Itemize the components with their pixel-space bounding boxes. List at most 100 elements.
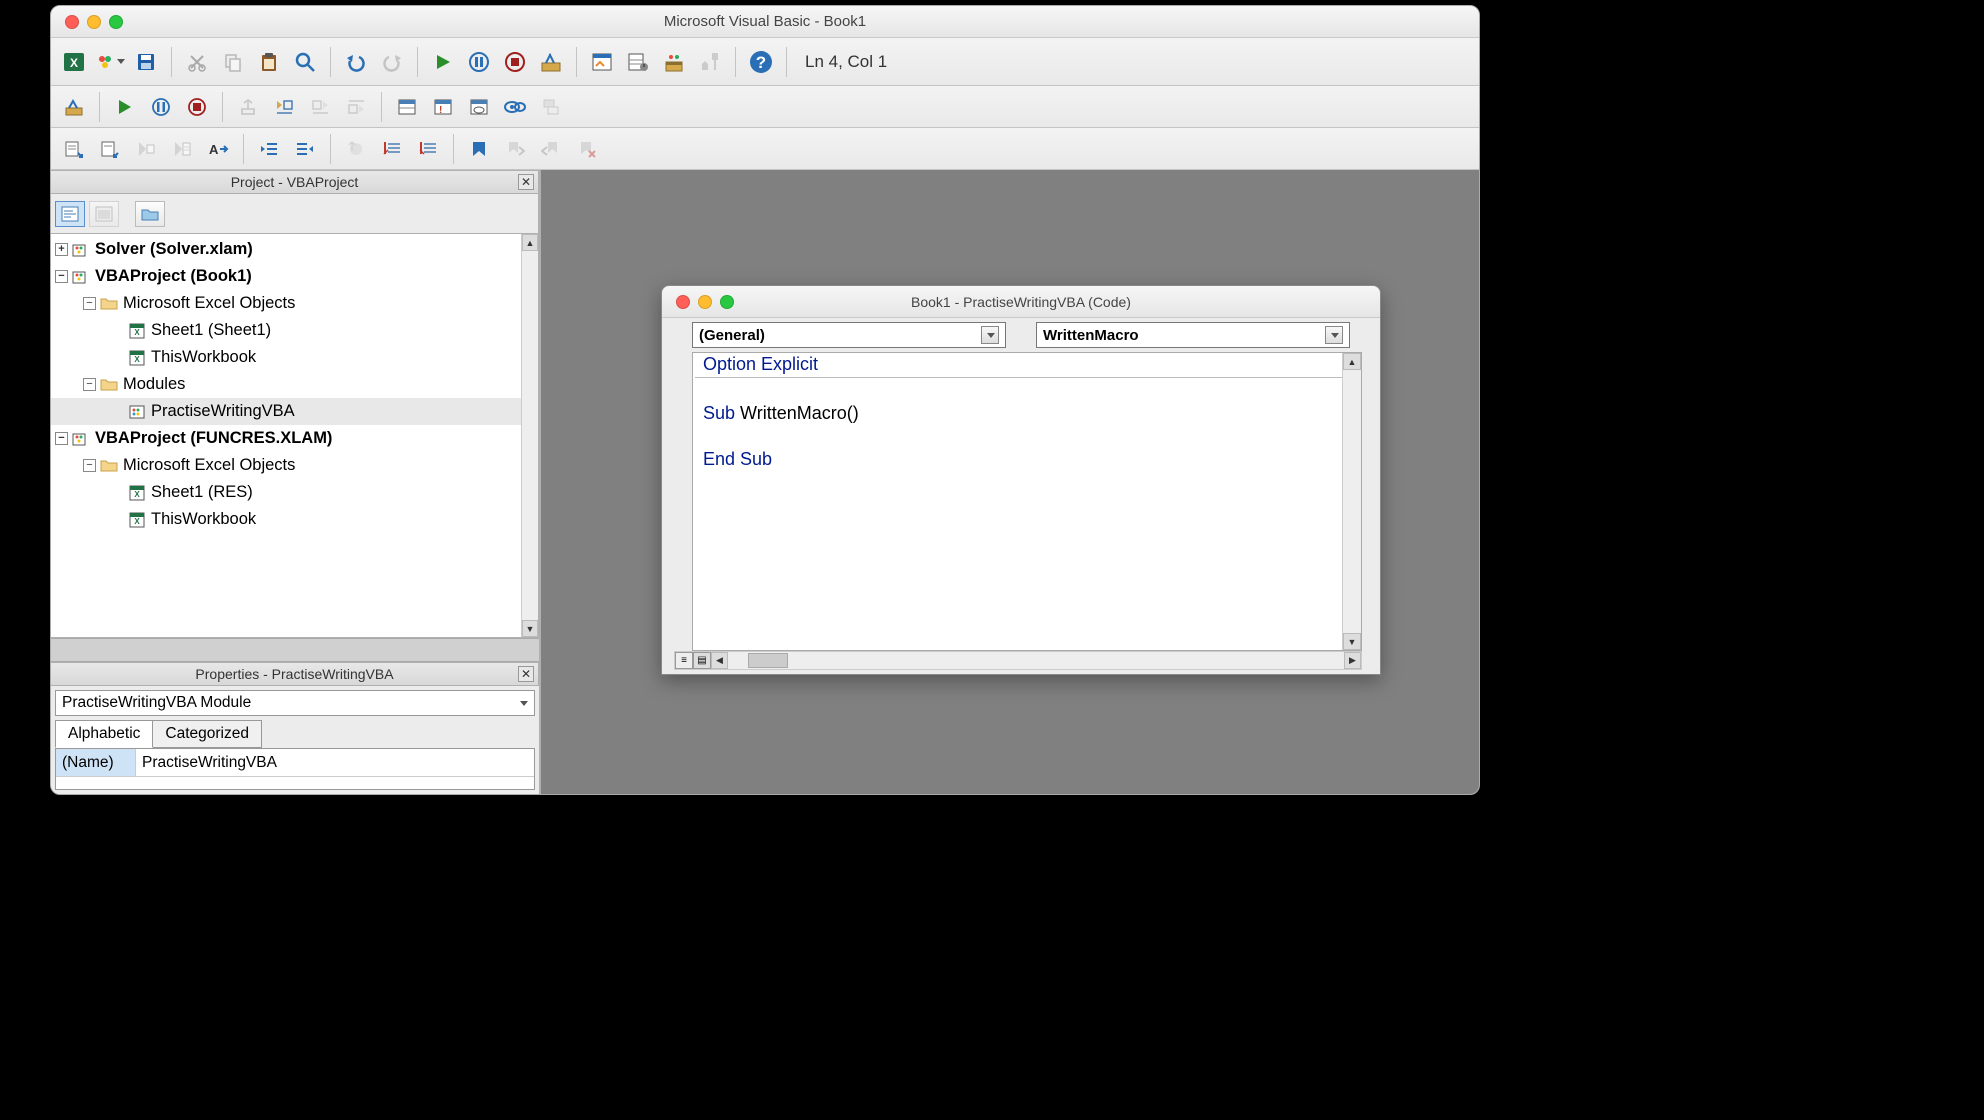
locals-window-button[interactable] — [390, 90, 424, 124]
tree-expander[interactable]: − — [83, 378, 96, 391]
paste-button[interactable] — [252, 45, 286, 79]
comment-block-button[interactable] — [375, 132, 409, 166]
uncomment-block-button[interactable] — [411, 132, 445, 166]
code-line[interactable]: End Sub — [693, 448, 1361, 471]
code-line[interactable]: Option Explicit — [693, 353, 1361, 376]
tree-item[interactable]: XThisWorkbook — [51, 344, 538, 371]
complete-word-button[interactable]: A — [201, 132, 235, 166]
tree-expander[interactable]: − — [83, 459, 96, 472]
hscroll-thumb[interactable] — [748, 653, 788, 668]
toggle-breakpoint-button-2[interactable] — [339, 132, 373, 166]
reset-button[interactable] — [498, 45, 532, 79]
design-mode-button[interactable] — [534, 45, 568, 79]
prev-bookmark-button[interactable] — [534, 132, 568, 166]
undo-button[interactable] — [339, 45, 373, 79]
next-bookmark-button[interactable] — [498, 132, 532, 166]
run-button-2[interactable] — [108, 90, 142, 124]
panel-splitter[interactable] — [51, 638, 539, 662]
tree-item[interactable]: −Microsoft Excel Objects — [51, 452, 538, 479]
scroll-up-button[interactable]: ▲ — [522, 234, 538, 251]
close-window-button[interactable] — [65, 15, 79, 29]
properties-window-button[interactable] — [621, 45, 655, 79]
code-line[interactable]: Sub WrittenMacro() — [693, 402, 1361, 425]
dropdown-button[interactable] — [1325, 326, 1343, 344]
call-stack-button[interactable] — [534, 90, 568, 124]
tree-item[interactable]: XThisWorkbook — [51, 506, 538, 533]
object-dropdown[interactable]: (General) — [692, 322, 1006, 348]
step-into-button[interactable] — [267, 90, 301, 124]
project-tree[interactable]: +Solver (Solver.xlam)−VBAProject (Book1)… — [51, 234, 539, 638]
zoom-window-button[interactable] — [109, 15, 123, 29]
list-constants-button[interactable] — [93, 132, 127, 166]
properties-panel-titlebar[interactable]: Properties - PractiseWritingVBA ✕ — [51, 662, 539, 686]
toggle-breakpoint-button[interactable] — [231, 90, 265, 124]
cut-button[interactable] — [180, 45, 214, 79]
reset-button-2[interactable] — [180, 90, 214, 124]
view-object-button[interactable] — [89, 201, 119, 227]
code-editor[interactable]: Option Explicit Sub WrittenMacro() End S… — [692, 352, 1362, 651]
toggle-folders-button[interactable] — [135, 201, 165, 227]
project-panel-close-button[interactable]: ✕ — [518, 174, 534, 190]
properties-grid[interactable]: (Name) PractiseWritingVBA — [55, 748, 535, 790]
list-properties-button[interactable] — [57, 132, 91, 166]
project-explorer-button[interactable] — [585, 45, 619, 79]
clear-bookmarks-button[interactable] — [570, 132, 604, 166]
run-button[interactable] — [426, 45, 460, 79]
object-browser-button[interactable] — [657, 45, 691, 79]
tab-categorized[interactable]: Categorized — [152, 720, 262, 748]
mdi-area[interactable]: Book1 - PractiseWritingVBA (Code) (Gener… — [541, 170, 1479, 794]
scroll-up-button[interactable]: ▲ — [1343, 353, 1361, 370]
immediate-window-button[interactable]: ! — [426, 90, 460, 124]
code-zoom-button[interactable] — [720, 295, 734, 309]
save-button[interactable] — [129, 45, 163, 79]
tree-item[interactable]: XSheet1 (Sheet1) — [51, 317, 538, 344]
parameter-info-button[interactable] — [165, 132, 199, 166]
scroll-down-button[interactable]: ▼ — [522, 620, 538, 637]
toolbox-button[interactable] — [693, 45, 727, 79]
redo-button[interactable] — [375, 45, 409, 79]
indent-button[interactable] — [252, 132, 286, 166]
tree-item[interactable]: PractiseWritingVBA — [51, 398, 538, 425]
properties-panel-close-button[interactable]: ✕ — [518, 666, 534, 682]
scroll-left-button[interactable]: ◀ — [711, 652, 728, 669]
tree-item[interactable]: −Microsoft Excel Objects — [51, 290, 538, 317]
minimize-window-button[interactable] — [87, 15, 101, 29]
tree-expander[interactable]: − — [55, 432, 68, 445]
titlebar[interactable]: Microsoft Visual Basic - Book1 — [51, 6, 1479, 38]
help-button[interactable]: ? — [744, 45, 778, 79]
code-line[interactable] — [693, 425, 1361, 448]
code-close-button[interactable] — [676, 295, 690, 309]
property-value[interactable]: PractiseWritingVBA — [136, 754, 534, 772]
find-button[interactable] — [288, 45, 322, 79]
scroll-down-button[interactable]: ▼ — [1343, 633, 1361, 650]
dropdown-button[interactable] — [981, 326, 999, 344]
watch-window-button[interactable] — [462, 90, 496, 124]
tree-expander[interactable]: − — [83, 297, 96, 310]
tree-expander[interactable]: − — [55, 270, 68, 283]
scroll-right-button[interactable]: ▶ — [1344, 652, 1361, 669]
tree-item[interactable]: +Solver (Solver.xlam) — [51, 236, 538, 263]
quick-watch-button[interactable] — [498, 90, 532, 124]
tab-alphabetic[interactable]: Alphabetic — [55, 720, 153, 748]
tree-item[interactable]: −VBAProject (FUNCRES.XLAM) — [51, 425, 538, 452]
tree-expander[interactable]: + — [55, 243, 68, 256]
step-over-button[interactable] — [303, 90, 337, 124]
full-module-view-button[interactable]: ▤ — [693, 652, 711, 669]
tree-item[interactable]: −VBAProject (Book1) — [51, 263, 538, 290]
quick-info-button[interactable] — [129, 132, 163, 166]
procedure-view-button[interactable]: ≡ — [675, 652, 693, 669]
procedure-dropdown[interactable]: WrittenMacro — [1036, 322, 1350, 348]
break-button[interactable] — [462, 45, 496, 79]
code-line[interactable] — [693, 379, 1361, 402]
break-button-2[interactable] — [144, 90, 178, 124]
step-out-button[interactable] — [339, 90, 373, 124]
view-code-button[interactable] — [55, 201, 85, 227]
property-row[interactable]: (Name) PractiseWritingVBA — [56, 749, 534, 777]
tree-item[interactable]: −Modules — [51, 371, 538, 398]
view-excel-button[interactable]: X — [57, 45, 91, 79]
design-mode-button-2[interactable] — [57, 90, 91, 124]
tree-item[interactable]: XSheet1 (RES) — [51, 479, 538, 506]
code-minimize-button[interactable] — [698, 295, 712, 309]
toggle-bookmark-button[interactable] — [462, 132, 496, 166]
code-window-titlebar[interactable]: Book1 - PractiseWritingVBA (Code) — [662, 286, 1380, 318]
